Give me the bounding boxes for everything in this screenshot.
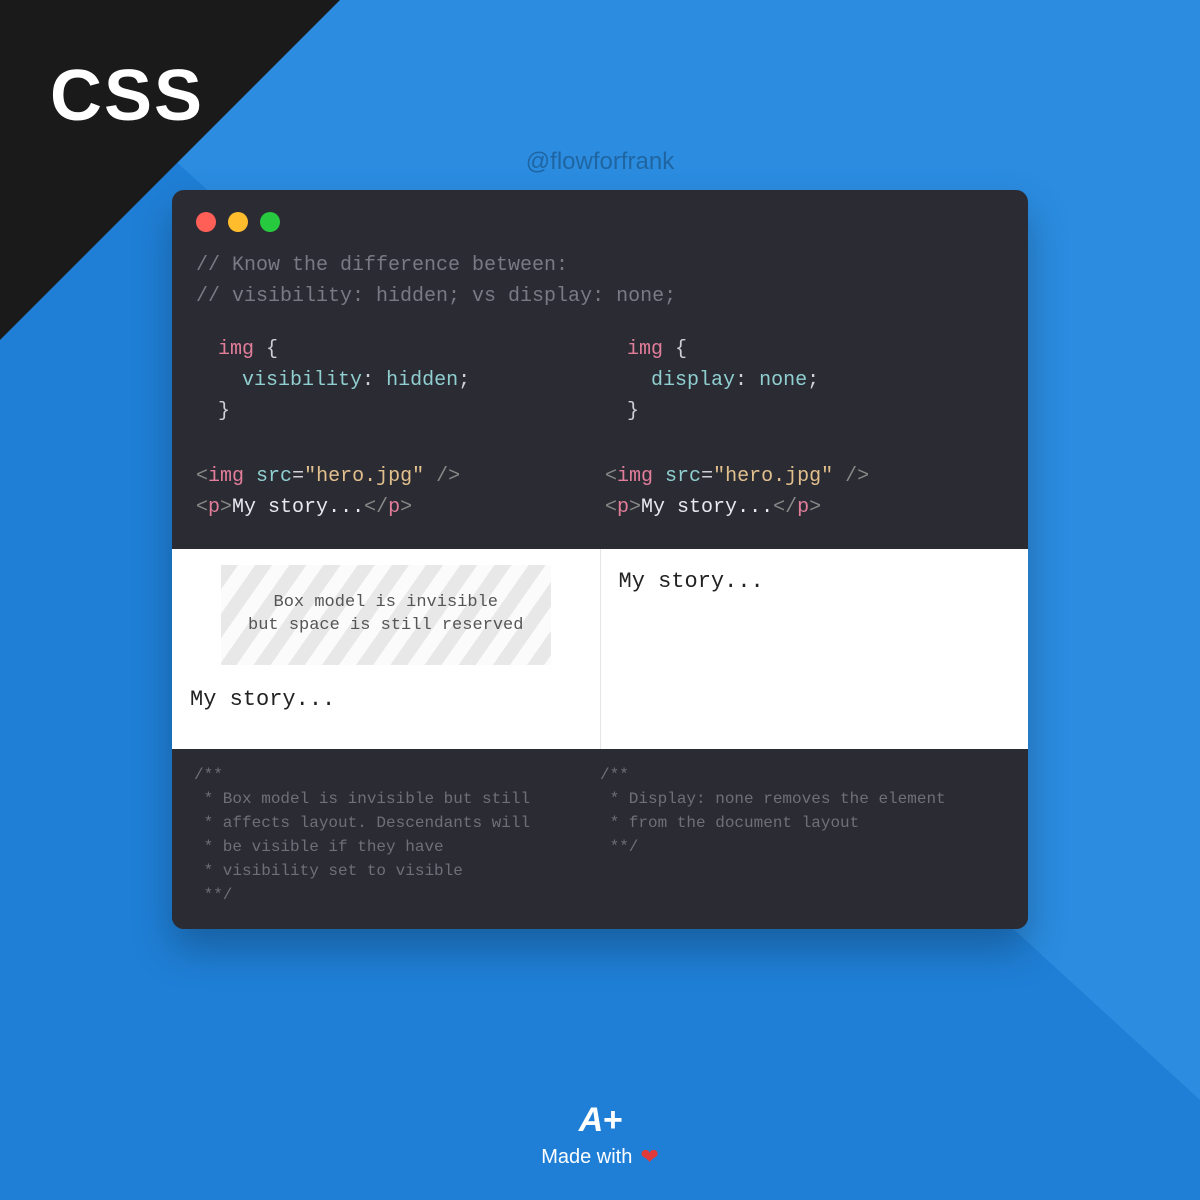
footer: A+ Made with ❤	[0, 1101, 1200, 1170]
css-block-visibility: img { visibility: hidden; }	[196, 334, 595, 427]
css-badge: CSS	[50, 55, 204, 137]
code-editor-window: // Know the difference between: // visib…	[172, 190, 1028, 929]
note-visibility: /** * Box model is invisible but still *…	[194, 763, 600, 907]
made-with: Made with ❤	[0, 1144, 1200, 1170]
story-text-right: My story...	[617, 565, 1013, 598]
logo: A+	[0, 1101, 1200, 1140]
minimize-icon[interactable]	[228, 212, 248, 232]
close-icon[interactable]	[196, 212, 216, 232]
placeholder-line-1: Box model is invisible	[274, 592, 498, 615]
note-display: /** * Display: none removes the element …	[600, 763, 1006, 907]
preview-display-none: My story...	[601, 549, 1029, 749]
preview-pane: Box model is invisible but space is stil…	[172, 549, 1028, 749]
html-snippet-left: <img src="hero.jpg" /> <p>My story...</p…	[196, 461, 595, 523]
explanation-notes: /** * Box model is invisible but still *…	[172, 749, 1028, 929]
intro-comment: // Know the difference between: // visib…	[196, 250, 1004, 312]
preview-visibility-hidden: Box model is invisible but space is stil…	[172, 549, 601, 749]
window-titlebar	[172, 190, 1028, 240]
code-area: // Know the difference between: // visib…	[172, 240, 1028, 549]
placeholder-line-2: but space is still reserved	[248, 615, 523, 638]
reserved-space-box: Box model is invisible but space is stil…	[221, 565, 551, 665]
html-snippet-right: <img src="hero.jpg" /> <p>My story...</p…	[605, 461, 1004, 523]
maximize-icon[interactable]	[260, 212, 280, 232]
left-code-column: img { visibility: hidden; } <img src="he…	[196, 334, 595, 523]
story-text-left: My story...	[188, 683, 584, 716]
heart-icon: ❤	[640, 1144, 658, 1170]
css-block-display: img { display: none; }	[605, 334, 1004, 427]
right-code-column: img { display: none; } <img src="hero.jp…	[605, 334, 1004, 523]
